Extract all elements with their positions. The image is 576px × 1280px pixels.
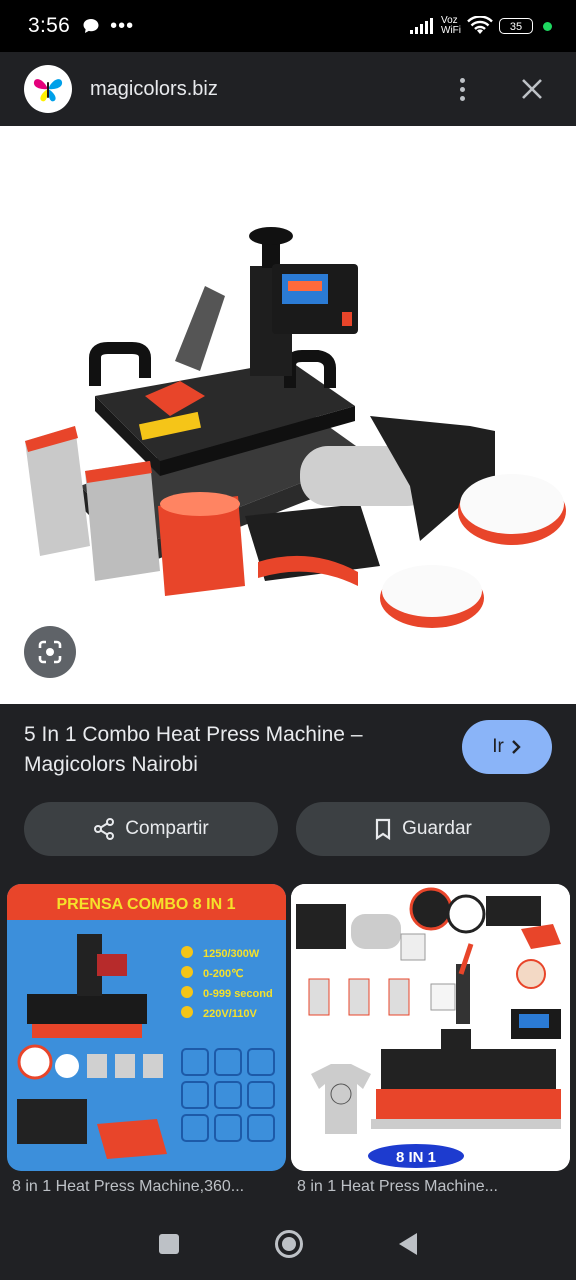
share-icon xyxy=(94,818,115,840)
related-badge: 8 IN 1 xyxy=(396,1149,436,1166)
related-image-2[interactable]: 8 IN 1 xyxy=(291,884,570,1171)
network-label: Voz WiFi xyxy=(441,16,461,36)
save-button[interactable]: Guardar xyxy=(296,802,550,856)
home-icon[interactable] xyxy=(275,1230,303,1258)
result-info: 5 In 1 Combo Heat Press Machine – Magico… xyxy=(0,704,576,880)
related-spec-2: 0-200℃ xyxy=(203,968,244,980)
press-kit-thumbnail: 8 IN 1 xyxy=(291,884,570,1171)
related-spec-3: 0-999 second xyxy=(203,988,273,1000)
site-header: magicolors.biz xyxy=(0,52,576,126)
share-label: Compartir xyxy=(125,818,209,839)
status-right: Voz WiFi 35 xyxy=(409,16,552,36)
privacy-indicator-icon xyxy=(543,21,552,31)
related-caption-1[interactable]: 8 in 1 Heat Press Machine,360... xyxy=(12,1178,282,1196)
recents-icon[interactable] xyxy=(159,1234,179,1254)
go-button[interactable]: Ir xyxy=(462,720,552,774)
more-vert-icon[interactable] xyxy=(442,69,482,109)
more-notifications-icon: ••• xyxy=(110,14,135,37)
related-banner: PRENSA COMBO 8 IN 1 xyxy=(57,896,236,913)
go-label: Ir xyxy=(492,736,504,757)
share-button[interactable]: Compartir xyxy=(24,802,278,856)
combo-press-thumbnail: PRENSA COMBO 8 IN 1 1250/300W 0-200℃ 0-9… xyxy=(7,884,286,1159)
main-product-image[interactable] xyxy=(0,126,576,704)
site-name[interactable]: magicolors.biz xyxy=(90,78,218,101)
site-logo-icon[interactable] xyxy=(24,65,72,113)
chevron-right-icon xyxy=(511,740,521,754)
status-bar: 3:56 ••• Voz WiFi 35 xyxy=(0,0,576,52)
signal-icon xyxy=(410,18,433,34)
related-image-1[interactable]: PRENSA COMBO 8 IN 1 1250/300W 0-200℃ 0-9… xyxy=(7,884,286,1171)
save-label: Guardar xyxy=(402,818,472,839)
chat-bubble-icon xyxy=(83,19,99,33)
notification-icons: ••• xyxy=(82,15,134,38)
close-icon[interactable] xyxy=(512,69,552,109)
heat-press-illustration xyxy=(25,227,566,628)
result-title[interactable]: 5 In 1 Combo Heat Press Machine – Magico… xyxy=(24,720,434,780)
related-spec-4: 220V/110V xyxy=(203,1008,257,1020)
google-lens-icon[interactable] xyxy=(24,626,76,678)
related-caption-2[interactable]: 8 in 1 Heat Press Machine... xyxy=(297,1178,567,1196)
wifi-icon xyxy=(467,16,493,34)
bookmark-icon xyxy=(376,818,391,840)
network-bottom: WiFi xyxy=(441,25,461,36)
navigation-bar xyxy=(0,1208,576,1280)
related-spec-1: 1250/300W xyxy=(203,948,260,960)
back-icon[interactable] xyxy=(399,1233,417,1255)
status-time: 3:56 xyxy=(28,14,71,37)
battery-icon: 35 xyxy=(499,18,533,34)
